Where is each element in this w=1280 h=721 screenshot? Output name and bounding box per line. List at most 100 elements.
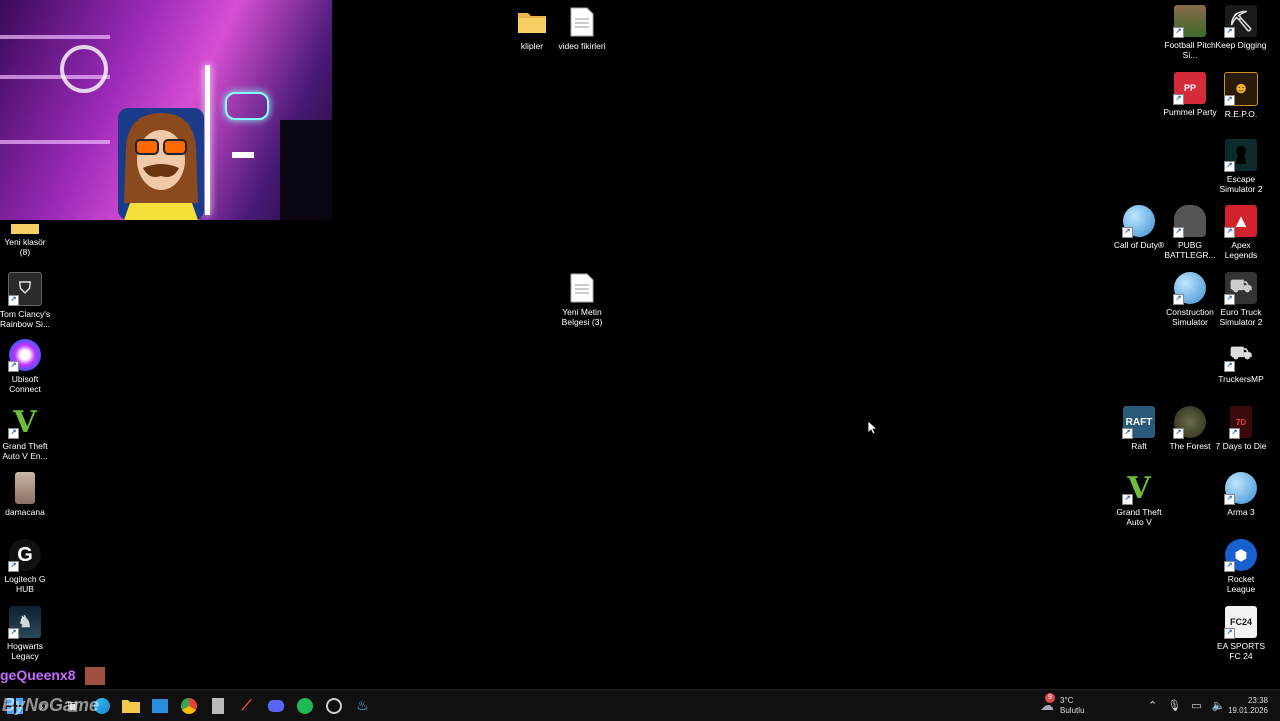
neon-stand (232, 152, 254, 158)
truck-icon: ⛟ ↗ (1224, 272, 1257, 305)
desktop-icon-label: Ubisoft Connect (9, 374, 41, 394)
desktop-icon-the-forest[interactable]: ↗ The Forest (1163, 406, 1217, 451)
desktop-icon-label: Hogwarts Legacy (7, 641, 43, 661)
football-pitch-icon: ↗ (1173, 5, 1206, 38)
pubg-helmet-icon: ↗ (1173, 205, 1206, 238)
desktop-icon-repo[interactable]: ☻ ↗ R.E.P.O. (1214, 72, 1268, 119)
desktop-icon-raft[interactable]: RAFT ↗ Raft (1112, 406, 1166, 451)
globe-icon: ↗ (1173, 272, 1206, 305)
file-explorer-icon[interactable] (116, 691, 145, 720)
weather-widget[interactable]: ☁ 9 3°C Bulutlu (1040, 690, 1084, 721)
desktop-icon-gta-v-enhanced[interactable]: V ↗ Grand Theft Auto V En... (0, 405, 52, 462)
desktop-icon-football-pitch[interactable]: ↗ Football Pitch Si... (1163, 5, 1217, 60)
desktop-icon-hogwarts-legacy[interactable]: ♞ ↗ Hogwarts Legacy (0, 606, 52, 661)
chair-shadow (280, 120, 332, 220)
text-document-icon (566, 6, 598, 38)
spotify-icon[interactable] (290, 691, 319, 720)
shortcut-arrow-icon: ↗ (8, 295, 19, 306)
obs-icon[interactable] (319, 691, 348, 720)
streamer-name-overlay: geQueenx8 (0, 667, 106, 686)
desktop-icon-call-of-duty[interactable]: ↗ Call of Duty® (1112, 205, 1166, 250)
shelf (0, 35, 110, 39)
weather-desc: Bulutlu (1060, 705, 1085, 715)
desktop-icon-arma-3[interactable]: ↗ Arma 3 (1214, 472, 1268, 517)
shortcut-arrow-icon: ↗ (1224, 161, 1235, 172)
ubisoft-icon: ↗ (8, 339, 41, 372)
desktop-icon-yeni-klasor[interactable]: Yeni klasör (8) (0, 212, 52, 257)
shortcut-arrow-icon: ↗ (1173, 27, 1184, 38)
chevron-up-icon[interactable]: ⌃ (1148, 699, 1157, 712)
raft-icon: RAFT ↗ (1122, 406, 1155, 439)
neon-controller (225, 92, 269, 120)
shortcut-arrow-icon: ↗ (1173, 94, 1184, 105)
desktop-icon-yeni-metin-belgesi[interactable]: Yeni Metin Belgesi (3) (555, 272, 609, 327)
ea-fc-icon: FC24 ↗ (1224, 606, 1257, 639)
desktop-icon-ea-sports-fc-24[interactable]: FC24 ↗ EA SPORTS FC 24 (1214, 606, 1268, 661)
hogwarts-legacy-icon: ♞ ↗ (8, 606, 41, 639)
desktop-icon-klipler[interactable]: klipler (505, 6, 559, 51)
desktop-icon-label: Logitech G HUB (4, 574, 46, 594)
desktop-icon-label: Grand Theft Auto V En... (2, 441, 48, 461)
shortcut-arrow-icon: ↗ (1229, 428, 1240, 439)
desktop-icon-video-fikirleri[interactable]: video fikirleri (555, 6, 609, 51)
desktop-icon-label: Escape Simulator 2 (1219, 174, 1263, 194)
desktop-icon-construction-simulator[interactable]: ↗ Construction Simulator (1163, 272, 1217, 327)
shortcut-arrow-icon: ↗ (1173, 294, 1184, 305)
desktop-icon-euro-truck-simulator-2[interactable]: ⛟ ↗ Euro Truck Simulator 2 (1214, 272, 1268, 327)
truckersmp-icon: ⛟ ↗ (1224, 339, 1257, 372)
text-document-icon (566, 272, 598, 304)
desktop-icon-7-days-to-die[interactable]: 7D ↗ 7 Days to Die (1214, 406, 1268, 451)
watermark-logo: ByNoGame (2, 695, 99, 716)
desktop-icon-ubisoft-connect[interactable]: ↗ Ubisoft Connect (0, 339, 52, 394)
capcut-icon[interactable]: ⟋ (232, 691, 261, 720)
desktop-icon-gta-v[interactable]: V ↗ Grand Theft Auto V (1112, 471, 1166, 528)
desktop-icon-rocket-league[interactable]: ⬢ ↗ Rocket League (1214, 539, 1268, 594)
desktop-icon-label: Rocket League (1226, 574, 1256, 594)
desktop-icon-label: TruckersMP (1218, 374, 1264, 384)
desktop-icon-label: Pummel Party (1163, 107, 1217, 117)
desktop-icon-keep-digging[interactable]: ⛏ ↗ Keep Digging (1214, 5, 1268, 50)
shortcut-arrow-icon: ↗ (1173, 428, 1184, 439)
neon-bar (205, 65, 210, 215)
speaker-icon[interactable]: 🔈 (1212, 699, 1226, 712)
cartoon-avatar (118, 108, 204, 220)
desktop-icon-pummel-party[interactable]: PP ↗ Pummel Party (1163, 72, 1217, 117)
desktop-icon-pubg[interactable]: ↗ PUBG BATTLEGR... (1163, 205, 1217, 260)
shortcut-arrow-icon: ↗ (1224, 628, 1235, 639)
system-tray: ⌃ 🎙 ▭ 🔈 (1148, 690, 1225, 721)
shortcut-arrow-icon: ↗ (1224, 95, 1235, 106)
desktop-icon-logitech-g-hub[interactable]: G ↗ Logitech G HUB (0, 539, 52, 594)
desktop-icon-damacana[interactable]: damacana (0, 472, 52, 517)
shortcut-arrow-icon: ↗ (1122, 227, 1133, 238)
keyhole-icon: ↗ (1224, 139, 1257, 172)
rainbow-six-icon: ⛉ ↗ (8, 272, 42, 306)
pummel-party-icon: PP ↗ (1173, 72, 1206, 105)
clock[interactable]: 23:38 19.01.2026 (1228, 690, 1268, 721)
image-file-icon (15, 472, 35, 504)
globe-icon: ↗ (1224, 472, 1257, 505)
folder-icon (516, 6, 548, 38)
store-icon[interactable] (145, 691, 174, 720)
desktop-icon-apex-legends[interactable]: ▲ ↗ Apex Legends (1214, 205, 1268, 260)
cloud-icon: ☁ 9 (1040, 693, 1055, 713)
chrome-icon[interactable] (174, 691, 203, 720)
desktop-icon-rainbow-six[interactable]: ⛉ ↗ Tom Clancy's Rainbow Si... (0, 272, 52, 329)
clock-date: 19.01.2026 (1227, 705, 1268, 715)
desktop-icon-label: Construction Simulator (1166, 307, 1214, 327)
desktop-icon-label: PUBG BATTLEGR... (1164, 240, 1216, 260)
shelf (0, 140, 110, 144)
the-forest-icon: ↗ (1173, 406, 1206, 439)
desktop-icon-truckersmp[interactable]: ⛟ ↗ TruckersMP (1214, 339, 1268, 384)
discord-icon[interactable] (261, 691, 290, 720)
globe-icon: ↗ (1122, 205, 1155, 238)
desktop-icon-label: Arma 3 (1227, 507, 1255, 517)
desktop-icon-label: video fikirleri (558, 41, 606, 51)
shortcut-arrow-icon: ↗ (1224, 294, 1235, 305)
shortcut-arrow-icon: ↗ (1173, 227, 1184, 238)
display-icon[interactable]: ▭ (1191, 699, 1201, 712)
microphone-icon[interactable]: 🎙 (1167, 699, 1181, 712)
calculator-icon[interactable] (203, 691, 232, 720)
desktop-icon-escape-simulator-2[interactable]: ↗ Escape Simulator 2 (1214, 139, 1268, 194)
steam-icon[interactable]: ♨ (348, 691, 377, 720)
shortcut-arrow-icon: ↗ (1224, 561, 1235, 572)
